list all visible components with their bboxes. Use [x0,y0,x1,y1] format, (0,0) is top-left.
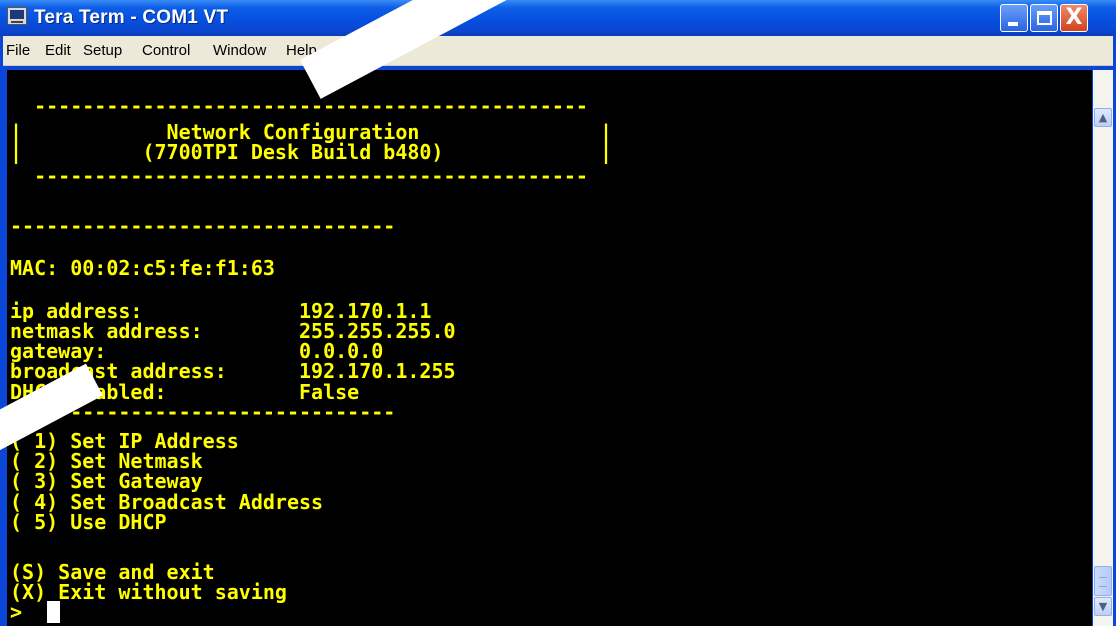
maximize-button[interactable] [1030,4,1058,32]
option-use-dhcp: ( 5) Use DHCP [10,510,167,534]
option-set-ip: ( 1) Set IP Address [10,429,239,453]
option-set-netmask: ( 2) Set Netmask [10,449,203,473]
text-cursor [47,601,60,623]
scroll-down-icon[interactable]: ▼ [1094,597,1112,616]
dhcp-value: False [299,380,360,404]
menu-edit[interactable]: Edit [45,42,71,59]
option-set-gateway: ( 3) Set Gateway [10,469,203,493]
command-prompt: > [10,600,23,624]
gateway-line: gateway: 0.0.0.0 [10,341,383,361]
teraterm-app-icon[interactable] [7,7,27,25]
vertical-scrollbar[interactable]: ▲ ▼ [1093,70,1113,626]
netmask-line: netmask address: 255.255.255.0 [10,321,456,341]
scroll-thumb[interactable] [1094,566,1112,596]
window-title: Tera Term - COM1 VT [34,7,229,28]
teraterm-window: Tera Term - COM1 VT X File Edit Setup Co… [0,0,1116,626]
close-icon: X [1065,5,1083,30]
scroll-up-icon[interactable]: ▲ [1094,108,1112,127]
menu-window[interactable]: Window [213,42,266,59]
menu-control[interactable]: Control [142,42,190,59]
netmask-value: 255.255.255.0 [299,319,456,343]
terminal-screen[interactable]: ----------------------------------------… [7,70,1092,626]
option-save-exit: (S) Save and exit [10,560,215,584]
header-rule-bottom: ----------------------------------------… [10,164,588,188]
menu-bar: File Edit Setup Control Window Help [3,36,1113,66]
option-set-broadcast: ( 4) Set Broadcast Address [10,490,324,514]
menu-file[interactable]: File [6,42,30,59]
gateway-value: 0.0.0.0 [299,339,384,363]
option-exit-no-save: (X) Exit without saving [10,580,287,604]
minimize-button[interactable] [1000,4,1028,32]
title-bar[interactable]: Tera Term - COM1 VT X [0,0,1116,36]
broadcast-value: 192.170.1.255 [299,359,456,383]
separator-top: -------------------------------- [10,214,396,238]
broadcast-line: broadcast address: 192.170.1.255 [10,361,456,381]
close-button[interactable]: X [1060,4,1088,32]
header-rule-top: ----------------------------------------… [10,94,588,118]
menu-setup[interactable]: Setup [83,42,122,59]
header-title: | Network Configuration | [10,120,613,144]
ip-address-line: ip address: 192.170.1.1 [10,301,431,321]
ip-address-value: 192.170.1.1 [299,299,432,323]
minimize-icon [1008,22,1018,26]
maximize-icon [1037,11,1052,25]
header-build: | (7700TPI Desk Build b480) | [10,140,613,164]
mac-address-line: MAC: 00:02:c5:fe:f1:63 [10,256,275,280]
